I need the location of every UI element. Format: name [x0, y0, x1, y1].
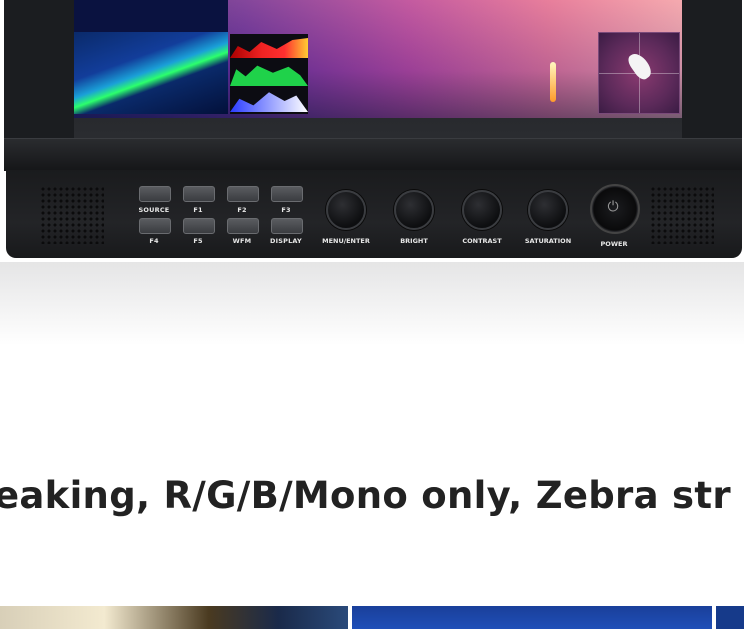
monitor-ledge — [4, 138, 742, 171]
waveform-header — [74, 0, 228, 33]
monitor-reflection — [0, 262, 744, 346]
bright-knob — [394, 190, 434, 230]
f2-label: F2 — [237, 206, 247, 214]
thumbnail-image-1[interactable] — [0, 606, 348, 629]
speaker-grille-right — [650, 186, 714, 244]
contrast-knob — [462, 190, 502, 230]
histogram-blue — [230, 92, 308, 112]
f4-button — [139, 218, 171, 234]
thumbnail-image-3[interactable] — [716, 606, 744, 629]
source-label: SOURCE — [138, 206, 170, 214]
power-button: ⏻ — [590, 184, 640, 234]
f5-label: F5 — [193, 237, 203, 245]
waveform-scope — [74, 32, 228, 114]
wfm-button — [227, 218, 259, 234]
menu-enter-knob — [326, 190, 366, 230]
f3-label: F3 — [281, 206, 291, 214]
f1-button — [183, 186, 215, 202]
power-icon: ⏻ — [607, 199, 619, 215]
f3-button — [271, 186, 303, 202]
histogram-red — [230, 38, 308, 58]
speaker-grille-left — [40, 186, 104, 244]
f4-label: F4 — [149, 237, 159, 245]
f5-button — [183, 218, 215, 234]
f2-button — [227, 186, 259, 202]
monitor-product-image: SOURCE F1 F2 F3 F4 F5 WFM DISPLAY MENU/E… — [0, 0, 744, 262]
saturation-knob — [528, 190, 568, 230]
power-label: POWER — [600, 240, 628, 248]
display-label: DISPLAY — [270, 237, 302, 245]
rgb-histogram — [230, 34, 308, 114]
bezel-right — [682, 0, 742, 138]
bezel-left — [4, 0, 74, 138]
histogram-green — [230, 65, 308, 86]
thumbnail-image-2[interactable] — [352, 606, 712, 629]
source-button — [139, 186, 171, 202]
f1-label: F1 — [193, 206, 203, 214]
wfm-label: WFM — [232, 237, 252, 245]
screen-highlight — [550, 62, 556, 102]
display-button — [271, 218, 303, 234]
feature-headline: eaking, R/G/B/Mono only, Zebra str — [0, 474, 731, 517]
